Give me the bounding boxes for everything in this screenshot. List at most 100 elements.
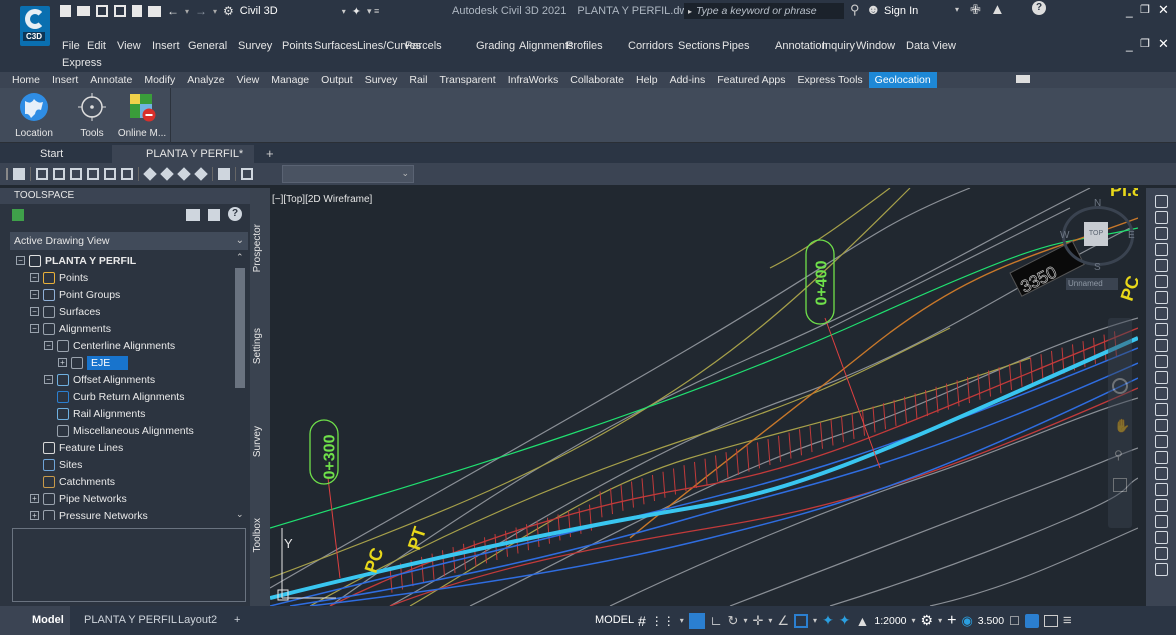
tab-settings[interactable]: Settings [252, 328, 268, 364]
view-4-icon[interactable] [87, 168, 99, 180]
tab-start[interactable]: Start [0, 145, 110, 163]
palette-calc-icon[interactable] [1154, 323, 1168, 336]
open-icon[interactable] [77, 6, 90, 16]
zoom-icon[interactable]: ⚲ [1114, 448, 1123, 462]
tree-item-curb-return-alignments[interactable]: +Curb Return Alignments [44, 388, 184, 405]
palette-tool-palettes-icon[interactable] [1154, 275, 1168, 288]
menu-edit[interactable]: Edit [87, 40, 106, 52]
tree-expander-icon[interactable]: − [44, 341, 53, 350]
save-icon[interactable] [96, 5, 108, 17]
snap-icon[interactable]: ⋮⋮ [651, 614, 675, 628]
location-button[interactable]: Location [14, 92, 54, 139]
tree-expander-icon[interactable]: − [30, 324, 39, 333]
palette-walk-icon[interactable] [1154, 435, 1168, 448]
cart-icon[interactable]: ✙ [970, 2, 981, 18]
scroll-up-icon[interactable]: ⌃ [236, 252, 244, 263]
palette-markup-icon[interactable] [1154, 307, 1168, 320]
properties-icon[interactable] [13, 168, 25, 180]
scroll-down-icon[interactable]: ⌄ [236, 509, 244, 520]
tree-item-point-groups[interactable]: − Point Groups [30, 286, 120, 303]
plot-icon[interactable] [132, 5, 142, 17]
status-value[interactable]: 3.500 [978, 615, 1004, 627]
ribbon-minimize-icon[interactable] [1016, 75, 1030, 83]
isodraft-icon[interactable]: ✛ [752, 613, 763, 629]
tree-item-rail-alignments[interactable]: +Rail Alignments [44, 405, 145, 422]
ribbon-tab-insert[interactable]: Insert [46, 72, 84, 88]
palette-render-icon[interactable] [1154, 355, 1168, 368]
showmotion-icon[interactable] [1113, 478, 1127, 492]
close-button[interactable]: ✕ [1158, 2, 1169, 18]
tree-expander-icon[interactable]: − [44, 375, 53, 384]
osnap-icon[interactable] [794, 613, 809, 628]
viewcube-s[interactable]: S [1094, 262, 1101, 273]
iso-4-icon[interactable] [194, 167, 208, 181]
ortho-icon[interactable]: ∟ [710, 613, 723, 628]
palette-distance-icon[interactable] [1154, 483, 1168, 496]
doc-close-button[interactable]: ✕ [1158, 36, 1169, 52]
menu-grading[interactable]: Grading [476, 40, 515, 52]
osnap-tracking-icon[interactable]: ∠ [777, 613, 789, 629]
tab-prospector[interactable]: Prospector [252, 224, 268, 272]
ribbon-tab-modify[interactable]: Modify [138, 72, 181, 88]
ribbon-tab-manage[interactable]: Manage [265, 72, 315, 88]
palette-steer-icon[interactable] [1154, 419, 1168, 432]
ribbon-tab-geolocation[interactable]: Geolocation [868, 72, 937, 88]
tree-item-alignments[interactable]: − Alignments [30, 320, 111, 337]
scale-dropdown-icon[interactable]: ▾ [912, 616, 916, 625]
view-3-icon[interactable] [70, 168, 82, 180]
tree-expander-icon[interactable]: + [58, 358, 67, 367]
palette-zoom-icon[interactable] [1154, 371, 1168, 384]
workspace-switch-icon[interactable]: ⚙ [921, 612, 934, 629]
search-icon[interactable]: ⚲ [850, 2, 860, 18]
tree-item-miscellaneous-alignments[interactable]: +Miscellaneous Alignments [44, 422, 194, 439]
palette-sheet-set-icon[interactable] [1154, 291, 1168, 304]
tree-item-eje[interactable]: + EJE [58, 354, 129, 371]
menu-file[interactable]: File [62, 40, 80, 52]
online-map-button[interactable]: Online M... [116, 92, 168, 139]
tree-scrollbar[interactable]: ⌃ ⌄ [234, 252, 246, 520]
menu-profiles[interactable]: Profiles [566, 40, 603, 52]
ribbon-tab-analyze[interactable]: Analyze [181, 72, 230, 88]
auto-scale-icon[interactable]: ✦ [839, 612, 851, 629]
ribbon-tab-home[interactable]: Home [6, 72, 46, 88]
civil-status-icon[interactable] [1024, 613, 1039, 628]
palette-dist-icon[interactable] [1154, 547, 1168, 560]
menu-pipes[interactable]: Pipes [722, 40, 750, 52]
menu-view[interactable]: View [117, 40, 141, 52]
new-tab-button[interactable]: + [266, 146, 274, 161]
sign-in-button[interactable]: Sign In [884, 5, 918, 17]
viewcube-top-face[interactable]: TOP [1084, 222, 1108, 246]
viewcube-e[interactable]: E [1128, 230, 1135, 241]
named-view-icon[interactable] [241, 168, 253, 180]
camera-icon[interactable] [218, 168, 230, 180]
ribbon-tab-output[interactable]: Output [315, 72, 359, 88]
viewcube[interactable]: N W E S TOP Unnamed [1060, 198, 1136, 298]
view-select[interactable]: ⌄ [282, 165, 414, 183]
polar-icon[interactable]: ↻ [728, 613, 739, 629]
palette-match-icon[interactable] [1154, 227, 1168, 240]
new-icon[interactable] [60, 5, 71, 17]
snap-dropdown-icon[interactable]: ▾ [680, 616, 684, 625]
print-icon[interactable] [148, 5, 161, 17]
tree-item-pressure-networks[interactable]: + Pressure Networks [30, 507, 148, 520]
toolspace-list-icon[interactable] [208, 209, 220, 221]
add-status-icon[interactable]: + [947, 612, 956, 630]
scroll-thumb[interactable] [235, 268, 245, 388]
menu-survey[interactable]: Survey [238, 40, 272, 52]
palette-properties-icon[interactable] [1154, 195, 1168, 208]
restore-button[interactable]: ❐ [1140, 3, 1150, 16]
menu-sections[interactable]: Sections [678, 40, 720, 52]
tree-expander-icon[interactable]: − [30, 290, 39, 299]
tab-layout2[interactable]: Layout2 [178, 606, 217, 635]
view-1-icon[interactable] [36, 168, 48, 180]
palette-xref-icon[interactable] [1154, 339, 1168, 352]
tab-toolbox[interactable]: Toolbox [252, 518, 268, 552]
undo-icon[interactable]: ← [167, 4, 179, 18]
tree-item-centerline-alignments[interactable]: − Centerline Alignments [44, 337, 175, 354]
view-6-icon[interactable] [121, 168, 133, 180]
toolspace-view-icon[interactable] [12, 209, 24, 221]
viewport-controls[interactable]: [−][Top][2D Wireframe] [272, 194, 372, 205]
tab-planta-y-perfil[interactable]: PLANTA Y PERFIL* ✕ [112, 145, 254, 178]
palette-help-icon[interactable] [1154, 563, 1168, 576]
tree-expander-icon[interactable]: − [30, 307, 39, 316]
